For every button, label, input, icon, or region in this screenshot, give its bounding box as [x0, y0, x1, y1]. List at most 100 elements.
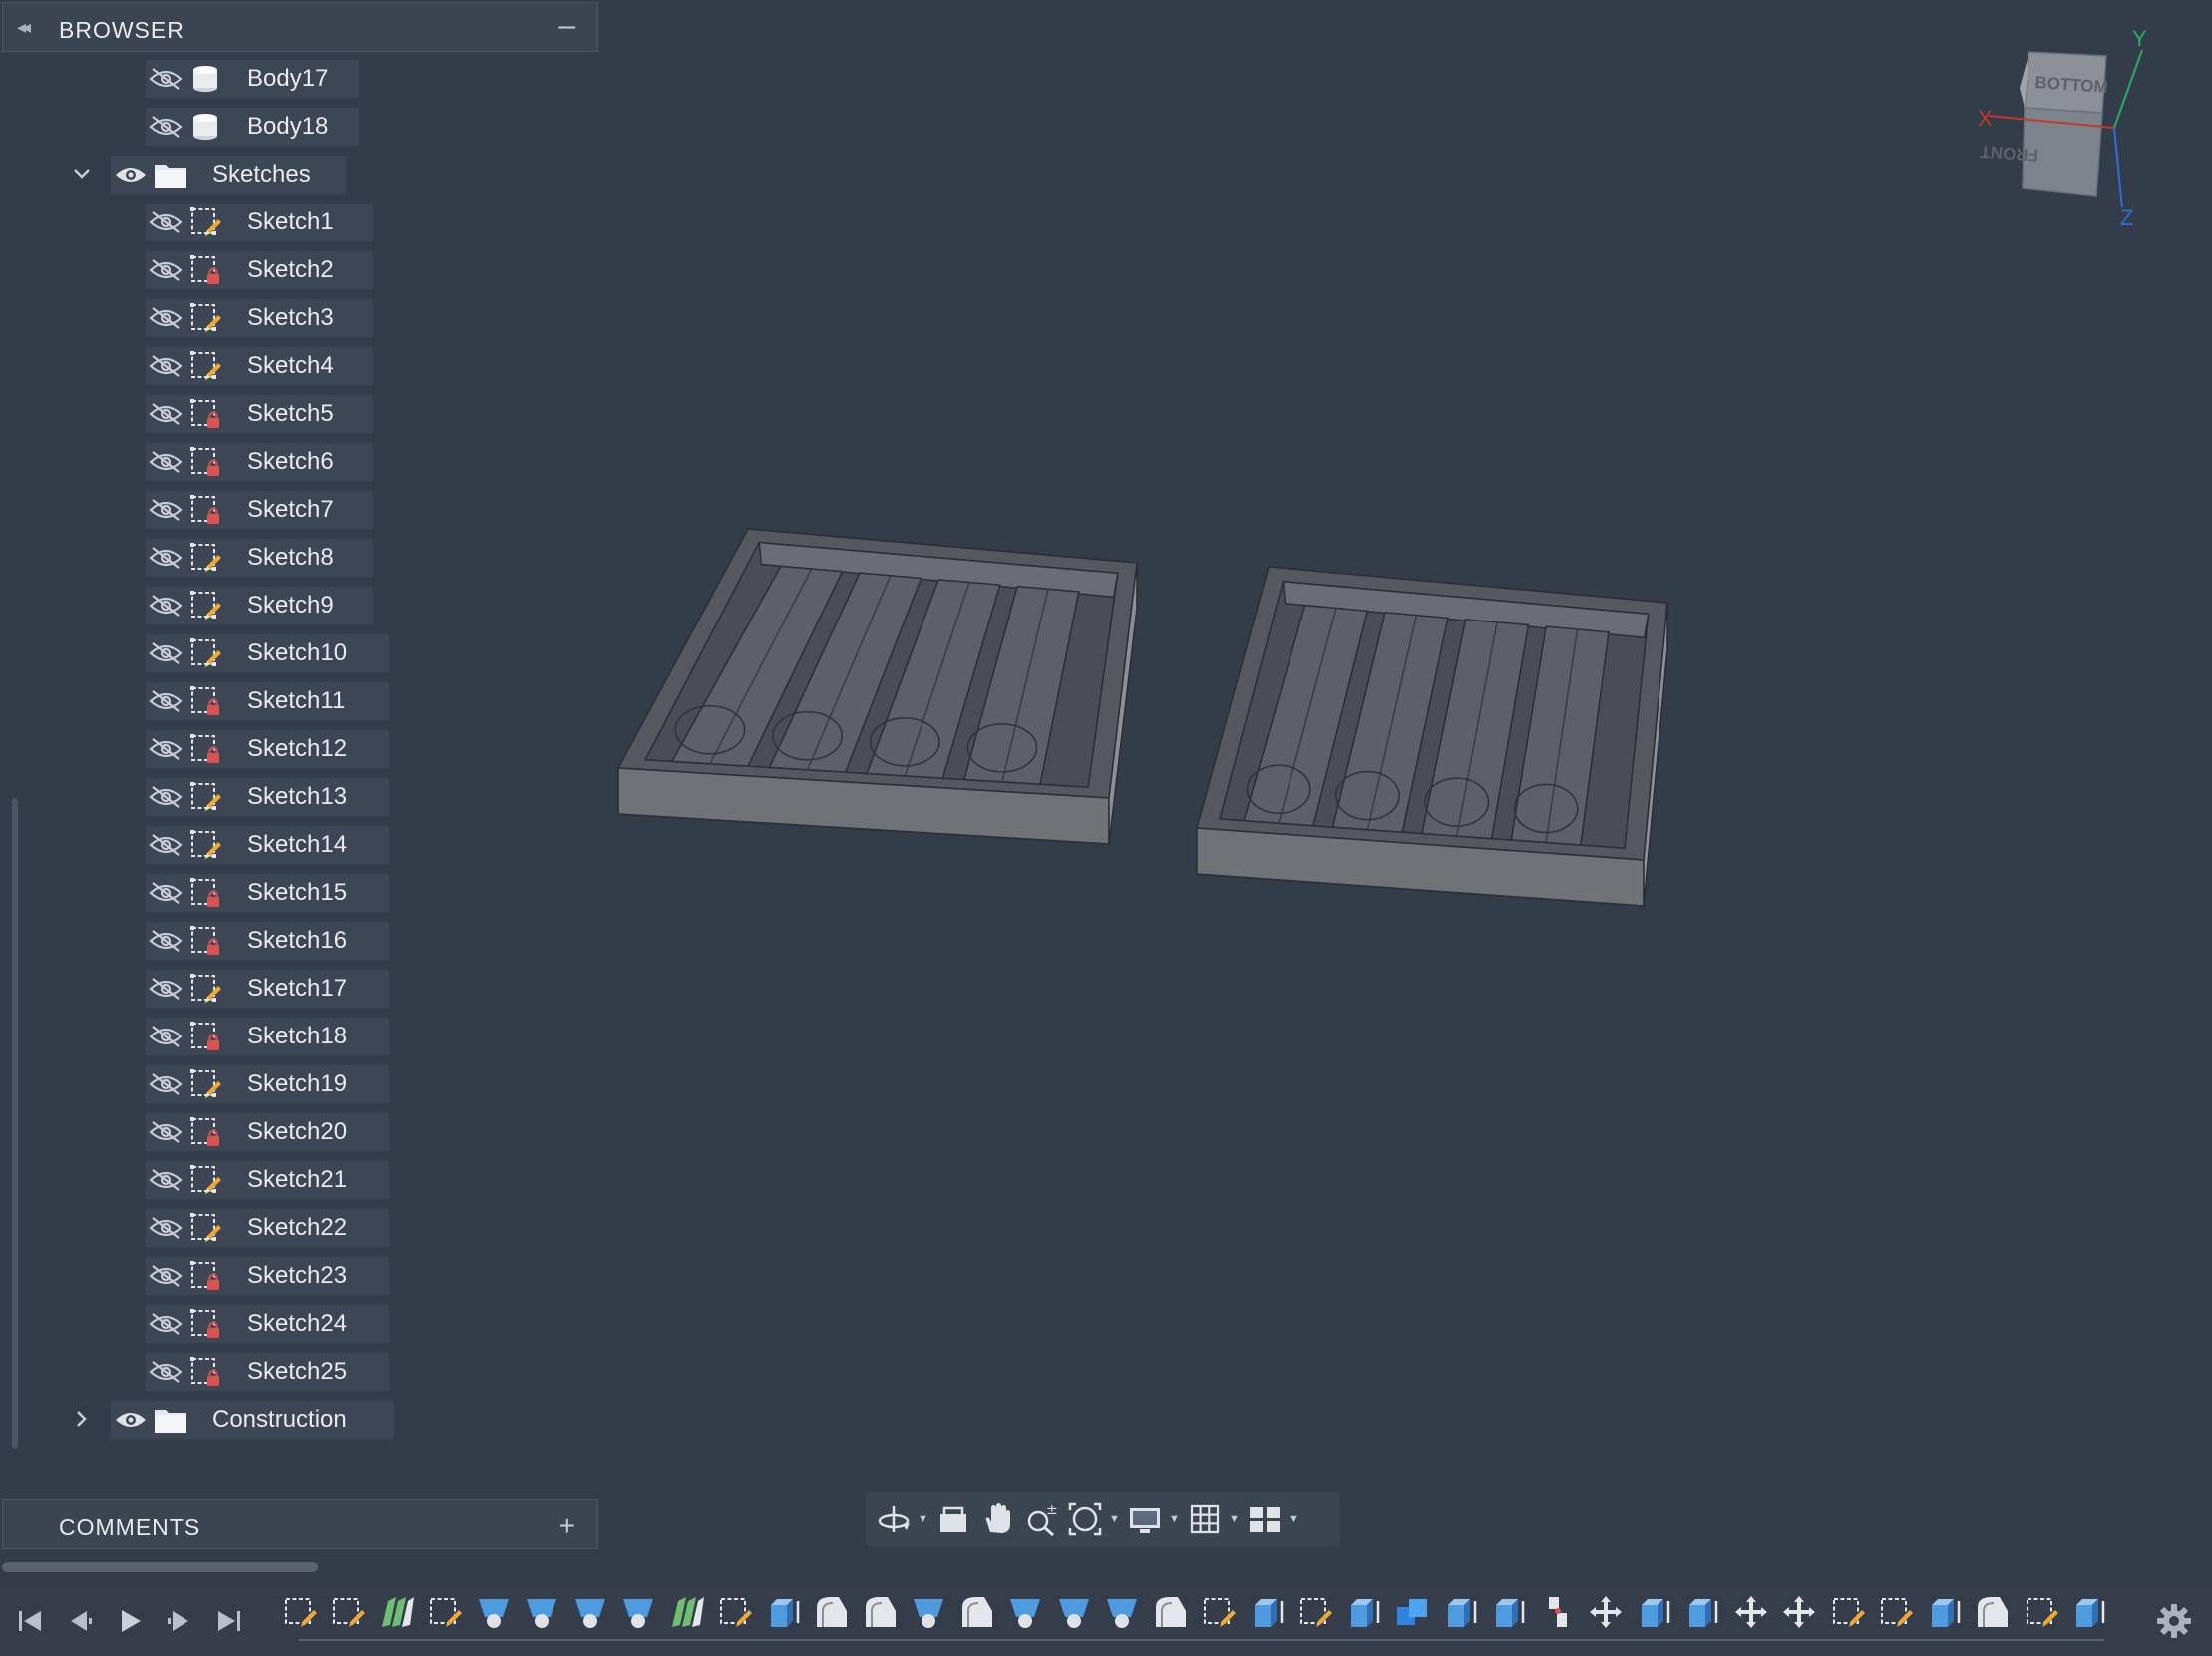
- timeline-feature-sketch-icon[interactable]: [281, 1593, 321, 1633]
- browser-item-sketch4[interactable]: Sketch4: [146, 347, 373, 385]
- eye-icon[interactable]: [111, 156, 151, 194]
- timeline-feature-fillet-icon[interactable]: [1974, 1593, 2014, 1633]
- skip-start-icon[interactable]: [10, 1601, 50, 1641]
- timeline-feature-fillet-icon[interactable]: [1152, 1593, 1192, 1633]
- eye-hidden-icon[interactable]: [146, 299, 185, 337]
- browser-item-sketch12[interactable]: Sketch12: [146, 730, 389, 768]
- timeline-feature-sketch-icon[interactable]: [716, 1593, 756, 1633]
- browser-item-sketch23[interactable]: Sketch23: [146, 1257, 389, 1295]
- browser-item-sketch13[interactable]: Sketch13: [146, 778, 389, 816]
- timeline-feature-box-icon[interactable]: [1636, 1593, 1675, 1633]
- browser-item-sketch24[interactable]: Sketch24: [146, 1305, 389, 1343]
- eye-hidden-icon[interactable]: [146, 1018, 185, 1055]
- timeline-feature-box-icon[interactable]: [1490, 1593, 1530, 1633]
- zoom-icon[interactable]: ±: [1021, 1499, 1061, 1539]
- timeline-feature-sketch-icon[interactable]: [426, 1593, 466, 1633]
- chevron-right-icon[interactable]: [70, 1407, 94, 1431]
- browser-item-sketch16[interactable]: Sketch16: [146, 922, 389, 960]
- timeline-feature-sketch-icon[interactable]: [1200, 1593, 1240, 1633]
- eye-hidden-icon[interactable]: [146, 491, 185, 529]
- view-cube[interactable]: BOTTOM FRONT X Y Z: [1975, 28, 2164, 227]
- orbit-dropdown-caret[interactable]: ▼: [918, 1513, 929, 1525]
- browser-folder-construction[interactable]: Construction: [111, 1401, 394, 1439]
- timeline-feature-box-icon[interactable]: [1345, 1593, 1385, 1633]
- browser-item-body18[interactable]: Body18: [146, 108, 359, 146]
- browser-item-sketch21[interactable]: Sketch21: [146, 1161, 389, 1199]
- browser-item-sketch10[interactable]: Sketch10: [146, 634, 389, 672]
- timeline-feature-box-icon[interactable]: [1683, 1593, 1723, 1633]
- eye-hidden-icon[interactable]: [146, 1257, 185, 1295]
- eye-icon[interactable]: [111, 1401, 151, 1439]
- eye-hidden-icon[interactable]: [146, 682, 185, 720]
- step-forward-icon[interactable]: [160, 1601, 199, 1641]
- eye-hidden-icon[interactable]: [146, 108, 185, 146]
- chevron-down-icon[interactable]: [70, 162, 94, 186]
- timeline-feature-fillet-icon[interactable]: [958, 1593, 998, 1633]
- eye-hidden-icon[interactable]: [146, 204, 185, 241]
- add-comment-button[interactable]: +: [559, 1510, 575, 1542]
- browser-item-sketch9[interactable]: Sketch9: [146, 587, 373, 624]
- timeline-feature-sketch-icon[interactable]: [329, 1593, 369, 1633]
- eye-hidden-icon[interactable]: [146, 970, 185, 1008]
- timeline-feature-extrude-icon[interactable]: [619, 1593, 659, 1633]
- eye-hidden-icon[interactable]: [146, 922, 185, 960]
- eye-hidden-icon[interactable]: [146, 874, 185, 912]
- timeline-feature-fillet-icon[interactable]: [813, 1593, 853, 1633]
- timeline-feature-box-icon[interactable]: [765, 1593, 805, 1633]
- eye-hidden-icon[interactable]: [146, 395, 185, 433]
- eye-hidden-icon[interactable]: [146, 443, 185, 481]
- eye-hidden-icon[interactable]: [146, 1161, 185, 1199]
- look-at-icon[interactable]: [933, 1499, 973, 1539]
- timeline-feature-box-icon[interactable]: [1442, 1593, 1482, 1633]
- fit-icon[interactable]: [1065, 1499, 1105, 1539]
- timeline-feature-extrude-icon[interactable]: [523, 1593, 562, 1633]
- grid-dropdown-caret[interactable]: ▼: [1229, 1513, 1241, 1525]
- timeline-feature-move-icon[interactable]: [1587, 1593, 1627, 1633]
- browser-item-sketch15[interactable]: Sketch15: [146, 874, 389, 912]
- play-icon[interactable]: [110, 1601, 150, 1641]
- viewports-dropdown-caret[interactable]: ▼: [1289, 1513, 1300, 1525]
- browser-item-sketch18[interactable]: Sketch18: [146, 1018, 389, 1055]
- timeline-feature-box-icon[interactable]: [1926, 1593, 1966, 1633]
- collapse-browser-button[interactable]: ◂◂: [17, 17, 31, 38]
- eye-hidden-icon[interactable]: [146, 251, 185, 289]
- timeline-feature-extrude-icon[interactable]: [475, 1593, 515, 1633]
- grid-icon[interactable]: [1185, 1499, 1225, 1539]
- browser-item-sketch3[interactable]: Sketch3: [146, 299, 373, 337]
- eye-hidden-icon[interactable]: [146, 587, 185, 624]
- pan-hand-icon[interactable]: [977, 1499, 1017, 1539]
- browser-folder-sketches[interactable]: Sketches: [111, 156, 346, 194]
- eye-hidden-icon[interactable]: [146, 539, 185, 577]
- timeline-feature-move-icon[interactable]: [1780, 1593, 1820, 1633]
- orbit-icon[interactable]: [874, 1499, 914, 1539]
- browser-item-sketch8[interactable]: Sketch8: [146, 539, 373, 577]
- browser-item-sketch7[interactable]: Sketch7: [146, 491, 373, 529]
- timeline-feature-extrude-icon[interactable]: [571, 1593, 611, 1633]
- gear-icon[interactable]: [2154, 1601, 2194, 1641]
- timeline-feature-sketch-icon[interactable]: [1877, 1593, 1917, 1633]
- timeline-feature-surface-icon[interactable]: [378, 1593, 418, 1633]
- browser-item-sketch22[interactable]: Sketch22: [146, 1209, 389, 1247]
- browser-item-sketch11[interactable]: Sketch11: [146, 682, 389, 720]
- timeline-feature-joint-icon[interactable]: [1539, 1593, 1579, 1633]
- eye-hidden-icon[interactable]: [146, 730, 185, 768]
- eye-hidden-icon[interactable]: [146, 1113, 185, 1151]
- timeline-feature-extrude-icon[interactable]: [1006, 1593, 1046, 1633]
- model-viewport-geometry[interactable]: [598, 499, 1695, 1147]
- browser-item-sketch1[interactable]: Sketch1: [146, 204, 373, 241]
- eye-hidden-icon[interactable]: [146, 347, 185, 385]
- eye-hidden-icon[interactable]: [146, 60, 185, 98]
- timeline-feature-move-icon[interactable]: [1732, 1593, 1772, 1633]
- timeline-feature-extrude-icon[interactable]: [910, 1593, 949, 1633]
- browser-item-sketch20[interactable]: Sketch20: [146, 1113, 389, 1151]
- browser-item-body17[interactable]: Body17: [146, 60, 359, 98]
- timeline-feature-sketch-icon[interactable]: [1829, 1593, 1869, 1633]
- display-settings-icon[interactable]: [1125, 1499, 1165, 1539]
- eye-hidden-icon[interactable]: [146, 1209, 185, 1247]
- timeline-feature-box-icon[interactable]: [1249, 1593, 1289, 1633]
- timeline-feature-box-icon[interactable]: [2070, 1593, 2110, 1633]
- eye-hidden-icon[interactable]: [146, 1065, 185, 1103]
- viewports-icon[interactable]: [1245, 1499, 1285, 1539]
- browser-item-sketch19[interactable]: Sketch19: [146, 1065, 389, 1103]
- display-dropdown-caret[interactable]: ▼: [1169, 1513, 1181, 1525]
